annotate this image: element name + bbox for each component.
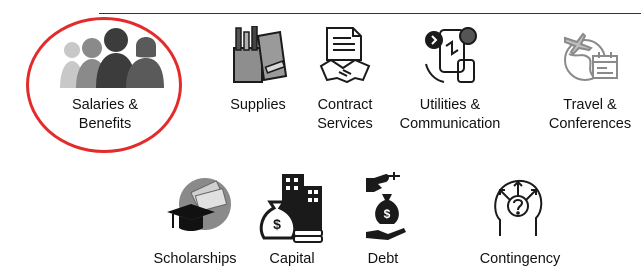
category-scholarships[interactable]: Scholarships [150, 172, 240, 270]
category-label: Debt [367, 251, 399, 267]
category-travel-conferences[interactable]: Travel & Conferences [545, 20, 635, 140]
head-question-icon [492, 174, 548, 240]
svg-text:$: $ [273, 216, 281, 232]
category-utilities-communication[interactable]: Utilities & Communication [400, 20, 500, 140]
category-label: Contract Services [317, 97, 373, 132]
contract-handshake-icon [317, 26, 373, 84]
category-label: Scholarships [153, 251, 237, 267]
svg-text:$: $ [384, 207, 391, 221]
money-bag-buildings-icon: $ [258, 172, 328, 244]
graduation-cap-money-icon [165, 172, 231, 238]
category-capital[interactable]: $ Capital [252, 172, 332, 270]
office-supplies-icon [228, 26, 290, 86]
category-salaries-benefits[interactable]: Salaries & Benefits [40, 20, 170, 140]
category-contingency[interactable]: Contingency [470, 172, 570, 270]
phone-utilities-icon [422, 24, 480, 86]
category-supplies[interactable]: Supplies [218, 20, 298, 130]
header-divider [99, 13, 641, 14]
category-contract-services[interactable]: Contract Services [305, 20, 385, 140]
category-debt[interactable]: $ Debt [348, 172, 418, 270]
category-label: Utilities & Communication [399, 97, 501, 132]
category-label: Contingency [479, 251, 561, 267]
travel-calendar-icon [563, 30, 621, 86]
category-label: Supplies [230, 97, 286, 113]
hand-money-bag-icon: $ [364, 172, 408, 242]
category-label: Salaries & Benefits [71, 97, 139, 132]
category-label: Travel & Conferences [548, 97, 632, 132]
people-silhouettes-icon [58, 28, 166, 88]
category-label: Capital [269, 251, 315, 267]
